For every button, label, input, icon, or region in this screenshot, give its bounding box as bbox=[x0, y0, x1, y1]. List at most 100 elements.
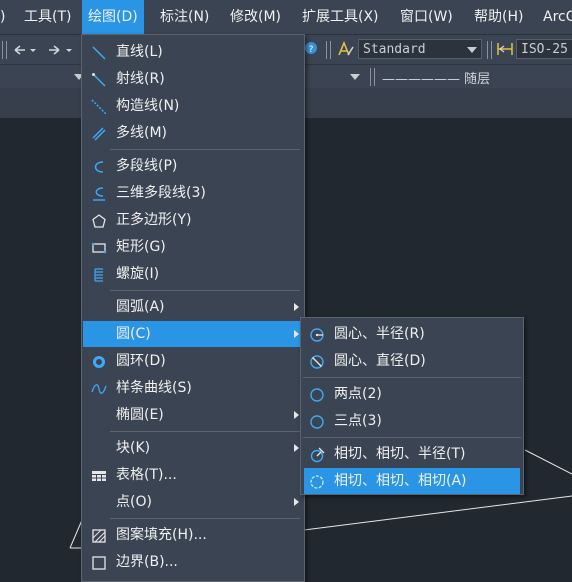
undo-icon[interactable] bbox=[12, 43, 40, 57]
ray-icon bbox=[92, 73, 106, 87]
menu-item-point[interactable]: 点(O) bbox=[83, 489, 303, 515]
chevron-down-icon[interactable] bbox=[467, 47, 477, 53]
toolbar-grip[interactable] bbox=[326, 41, 331, 59]
menu-item-label: 图案填充(H)... bbox=[116, 527, 207, 543]
menu-item-block[interactable]: 块(K) bbox=[83, 435, 303, 461]
chevron-right-icon bbox=[294, 444, 299, 452]
text-style-select[interactable]: Standard bbox=[358, 39, 482, 59]
help-icon[interactable]: ? bbox=[304, 41, 318, 55]
menu-separator bbox=[110, 290, 300, 291]
3d-polyline-icon bbox=[93, 187, 105, 201]
menu-item-spline[interactable]: 样条曲线(S) bbox=[83, 375, 303, 401]
menu-separator bbox=[303, 377, 521, 378]
draw-menu: 直线(L) 射线(R) 构造线(N) 多线(M) 多段线(P) 三维多段线(3)… bbox=[81, 34, 305, 582]
menu-item-ray[interactable]: 射线(R) bbox=[83, 66, 303, 92]
svg-text:?: ? bbox=[309, 45, 314, 55]
menu-item-donut[interactable]: 圆环(D) bbox=[83, 348, 303, 374]
submenu-item-label: 三点(3) bbox=[334, 413, 382, 429]
chevron-right-icon bbox=[294, 303, 299, 311]
menu-item-xline[interactable]: 构造线(N) bbox=[83, 93, 303, 119]
toolbar-grip[interactable] bbox=[370, 68, 375, 86]
dim-style-select[interactable]: ISO-25 bbox=[516, 39, 572, 59]
menu-item-table[interactable]: 表格(T)... bbox=[83, 462, 303, 488]
menu-item-label: 多线(M) bbox=[116, 125, 168, 141]
menu-item-label: 椭圆(E) bbox=[116, 407, 164, 423]
dim-style-icon[interactable] bbox=[496, 41, 514, 57]
menu-item-extension-tools[interactable]: 扩展工具(X) bbox=[302, 0, 379, 34]
menu-item-label: 点(O) bbox=[116, 494, 152, 510]
helix-icon bbox=[94, 268, 103, 282]
menu-item-window[interactable]: 窗口(W) bbox=[400, 0, 453, 34]
menu-item-label: 螺旋(I) bbox=[116, 266, 160, 282]
chevron-right-icon bbox=[294, 498, 299, 506]
line-icon bbox=[92, 46, 106, 60]
menu-item-circle[interactable]: 圆(C) bbox=[83, 321, 303, 347]
menu-separator bbox=[303, 437, 521, 438]
toolbar-grip[interactable] bbox=[487, 41, 492, 59]
submenu-item-3point[interactable]: 三点(3) bbox=[302, 408, 522, 434]
menu-item-label: 三维多段线(3) bbox=[116, 185, 206, 201]
menu-item-boundary[interactable]: 边界(B)... bbox=[83, 549, 303, 575]
boundary-icon bbox=[92, 556, 106, 570]
submenu-item-label: 圆心、直径(D) bbox=[334, 353, 426, 369]
menu-item-label: 构造线(N) bbox=[116, 98, 180, 114]
menu-separator bbox=[110, 518, 300, 519]
submenu-item-center-diameter[interactable]: 圆心、直径(D) bbox=[302, 348, 522, 374]
multiline-icon bbox=[92, 127, 106, 141]
menu-item-arc[interactable]: 圆弧(A) bbox=[83, 294, 303, 320]
submenu-item-tan-tan-tan[interactable]: 相切、相切、相切(A) bbox=[304, 468, 520, 494]
spline-icon bbox=[91, 384, 107, 394]
submenu-item-tan-tan-radius[interactable]: 相切、相切、半径(T) bbox=[302, 441, 522, 467]
menu-item-help[interactable]: 帮助(H) bbox=[474, 0, 523, 34]
dim-style-value: ISO-25 bbox=[521, 42, 568, 57]
menu-item-polygon[interactable]: 正多边形(Y) bbox=[83, 207, 303, 233]
text-style-icon[interactable] bbox=[337, 41, 355, 57]
submenu-item-label: 两点(2) bbox=[334, 386, 382, 402]
donut-icon bbox=[93, 356, 105, 368]
menu-item-line[interactable]: 直线(L) bbox=[83, 39, 303, 65]
submenu-item-2point[interactable]: 两点(2) bbox=[302, 381, 522, 407]
menu-item-label: 矩形(G) bbox=[116, 239, 166, 255]
menu-item-label: 圆(C) bbox=[116, 326, 151, 342]
circle-center-radius-icon bbox=[310, 328, 324, 342]
circle-2point-icon bbox=[310, 388, 324, 402]
polyline-icon bbox=[94, 161, 104, 173]
submenu-item-label: 相切、相切、半径(T) bbox=[334, 446, 466, 462]
menu-item-3d-polyline[interactable]: 三维多段线(3) bbox=[83, 180, 303, 206]
menu-item-rectangle[interactable]: 矩形(G) bbox=[83, 234, 303, 260]
menu-separator bbox=[110, 431, 300, 432]
circle-ttt-icon bbox=[310, 475, 324, 489]
menu-item-ellipse[interactable]: 椭圆(E) bbox=[83, 402, 303, 428]
menu-item-prev[interactable]: ) bbox=[0, 0, 5, 34]
xline-icon bbox=[91, 99, 107, 115]
toolbar-grip[interactable] bbox=[2, 41, 7, 59]
menu-separator bbox=[110, 149, 300, 150]
submenu-item-center-radius[interactable]: 圆心、半径(R) bbox=[302, 321, 522, 347]
menu-item-tools[interactable]: 工具(T) bbox=[24, 0, 71, 34]
menu-item-label: 多段线(P) bbox=[116, 158, 178, 174]
submenu-item-label: 相切、相切、相切(A) bbox=[334, 473, 467, 489]
menu-item-multiline[interactable]: 多线(M) bbox=[83, 120, 303, 146]
redo-icon[interactable] bbox=[46, 43, 78, 57]
table-icon bbox=[92, 471, 106, 481]
menu-item-arcgis[interactable]: ArcG bbox=[543, 0, 572, 34]
menu-item-label: 边界(B)... bbox=[116, 554, 178, 570]
menu-item-label: 射线(R) bbox=[116, 71, 165, 87]
menu-item-helix[interactable]: 螺旋(I) bbox=[83, 261, 303, 287]
menu-item-dimension[interactable]: 标注(N) bbox=[160, 0, 209, 34]
chevron-right-icon bbox=[294, 411, 299, 419]
circle-submenu: 圆心、半径(R) 圆心、直径(D) 两点(2) 三点(3) 相切、相切、半径(T… bbox=[300, 317, 524, 495]
chevron-right-icon bbox=[294, 330, 299, 338]
menu-item-label: 块(K) bbox=[116, 440, 151, 456]
linetype-value[interactable]: —————— 随层 bbox=[382, 68, 490, 87]
hatch-icon bbox=[92, 529, 106, 543]
menu-item-hatch[interactable]: 图案填充(H)... bbox=[83, 522, 303, 548]
menu-item-label: 圆弧(A) bbox=[116, 299, 165, 315]
circle-ttr-icon bbox=[310, 447, 325, 463]
menu-item-polyline[interactable]: 多段线(P) bbox=[83, 153, 303, 179]
circle-3point-icon bbox=[310, 415, 324, 429]
menu-item-draw[interactable]: 绘图(D) bbox=[82, 0, 144, 34]
menu-item-label: 表格(T)... bbox=[116, 467, 177, 483]
menu-item-modify[interactable]: 修改(M) bbox=[230, 0, 281, 34]
chevron-down-icon[interactable] bbox=[350, 74, 360, 80]
